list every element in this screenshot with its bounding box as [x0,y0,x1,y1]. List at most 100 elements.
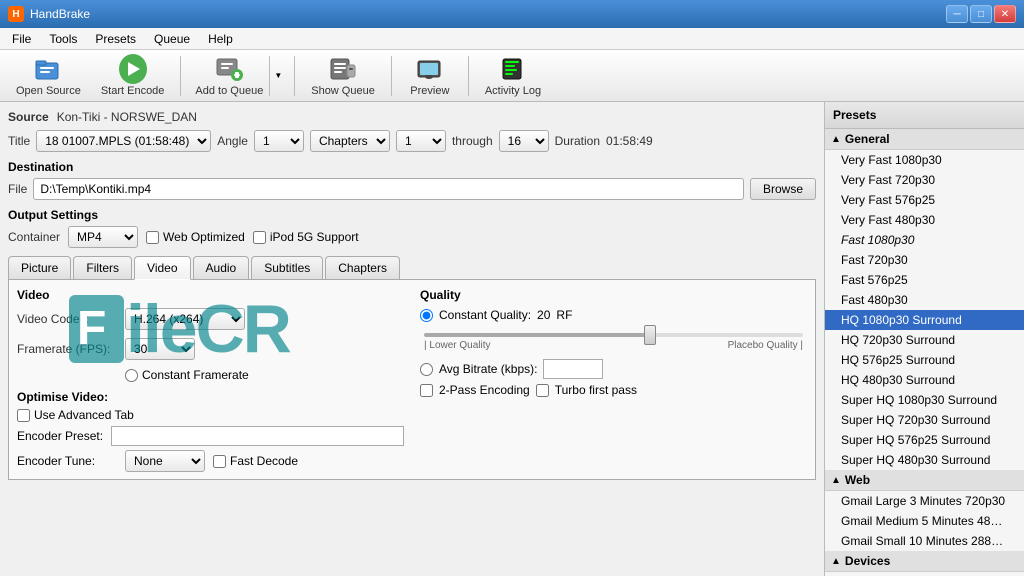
preset-super-hq-480p30-surround[interactable]: Super HQ 480p30 Surround [825,450,1024,470]
encoder-preset-input[interactable] [111,426,404,446]
menu-presets[interactable]: Presets [87,30,144,48]
encoder-preset-row: Encoder Preset: [17,426,404,446]
main-content: Source Kon-Tiki - NORSWE_DAN Title 18 01… [0,102,1024,576]
preset-android-1080p30[interactable]: Android 1080p30 [825,572,1024,576]
add-to-queue-label: Add to Queue [195,85,263,97]
container-select[interactable]: MP4 [68,226,138,248]
activity-log-label: Activity Log [485,85,541,97]
show-queue-button[interactable]: Show Queue [303,51,383,101]
add-to-queue-main[interactable]: Add to Queue [189,51,269,101]
add-queue-dropdown-arrow[interactable]: ▼ [269,56,286,96]
general-group-label: General [845,132,890,146]
preset-fast-576p25[interactable]: Fast 576p25 [825,270,1024,290]
add-to-queue-button[interactable]: Add to Queue ▼ [189,51,286,101]
preset-hq-480p30-surround[interactable]: HQ 480p30 Surround [825,370,1024,390]
web-group-label: Web [845,473,870,487]
preset-group-devices-header[interactable]: ▲ Devices [825,551,1024,572]
preset-fast-720p30[interactable]: Fast 720p30 [825,250,1024,270]
preset-super-hq-576p25-surround[interactable]: Super HQ 576p25 Surround [825,430,1024,450]
turbo-first-checkbox[interactable] [536,384,549,397]
destination-section: Destination File Browse [8,160,816,200]
start-encode-button[interactable]: Start Encode [93,51,173,101]
preset-very-fast-1080p30[interactable]: Very Fast 1080p30 [825,150,1024,170]
preset-fast-480p30[interactable]: Fast 480p30 [825,290,1024,310]
tab-filters[interactable]: Filters [73,256,132,279]
framerate-select[interactable]: 30 [125,338,195,360]
preset-gmail-medium-480p30[interactable]: Gmail Medium 5 Minutes 480p30 [825,511,1024,531]
avg-bitrate-radio[interactable] [420,363,433,376]
source-section: Source Kon-Tiki - NORSWE_DAN [8,110,816,124]
advanced-tab-checkbox[interactable]: Use Advanced Tab [17,408,404,422]
video-tab-content: Video Video Codec: H.264 (x264) Framerat… [17,288,807,480]
chapter-from-select[interactable]: 1 [396,130,446,152]
menu-file[interactable]: File [4,30,39,48]
two-pass-label: 2-Pass Encoding [439,383,530,397]
tab-video[interactable]: Video [134,256,190,280]
preset-group-general-header[interactable]: ▲ General [825,129,1024,150]
avg-bitrate-input[interactable] [543,359,603,379]
preset-group-devices: ▲ Devices Android 1080p30 Android 720p30 [825,551,1024,576]
menu-queue[interactable]: Queue [146,30,198,48]
minimize-button[interactable]: ─ [946,5,968,23]
menu-tools[interactable]: Tools [41,30,85,48]
maximize-button[interactable]: □ [970,5,992,23]
tabs-container: Picture Filters Video Audio Subtitles Ch… [8,256,816,480]
codec-select[interactable]: H.264 (x264) [125,308,245,330]
destination-label: Destination [8,160,816,174]
browse-button[interactable]: Browse [750,178,816,200]
avg-bitrate-row: Avg Bitrate (kbps): [420,359,807,379]
output-row: Container MP4 Web Optimized iPod 5G Supp… [8,226,816,248]
encoder-tune-row: Encoder Tune: None Fast Decode [17,450,404,472]
tab-picture[interactable]: Picture [8,256,71,279]
preset-hq-576p25-surround[interactable]: HQ 576p25 Surround [825,350,1024,370]
output-settings-section: Output Settings Container MP4 Web Optimi… [8,208,816,248]
tab-chapters[interactable]: Chapters [325,256,400,279]
web-optimized-checkbox[interactable]: Web Optimized [146,230,245,244]
constant-framerate-input[interactable] [125,369,138,382]
close-button[interactable]: ✕ [994,5,1016,23]
presets-panel: Presets ▲ General Very Fast 1080p30 Very… [824,102,1024,576]
constant-framerate-radio[interactable]: Constant Framerate [125,368,249,382]
preset-group-web: ▲ Web Gmail Large 3 Minutes 720p30 Gmail… [825,470,1024,551]
preset-very-fast-480p30[interactable]: Very Fast 480p30 [825,210,1024,230]
toolbar-separator-3 [391,56,392,96]
chapter-to-select[interactable]: 16 [499,130,549,152]
menu-help[interactable]: Help [200,30,241,48]
preset-very-fast-720p30[interactable]: Very Fast 720p30 [825,170,1024,190]
open-source-button[interactable]: Open Source [8,51,89,101]
app-icon: H [8,6,24,22]
activity-log-button[interactable]: Activity Log [477,51,549,101]
tab-audio[interactable]: Audio [193,256,250,279]
avg-bitrate-label: Avg Bitrate (kbps): [439,362,537,376]
quality-slider[interactable] [424,333,803,337]
preset-super-hq-720p30-surround[interactable]: Super HQ 720p30 Surround [825,410,1024,430]
chapters-select[interactable]: Chapters [310,130,390,152]
constant-quality-radio[interactable] [420,309,433,322]
ipod-support-checkbox[interactable]: iPod 5G Support [253,230,359,244]
tab-subtitles[interactable]: Subtitles [251,256,323,279]
preset-gmail-small-288p30[interactable]: Gmail Small 10 Minutes 288p30 [825,531,1024,551]
preview-button[interactable]: Preview [400,51,460,101]
angle-select[interactable]: 1 [254,130,304,152]
preset-fast-1080p30[interactable]: Fast 1080p30 [825,230,1024,250]
two-pass-checkbox[interactable] [420,384,433,397]
fast-decode-input[interactable] [213,455,226,468]
title-select[interactable]: 18 01007.MPLS (01:58:48) [36,130,211,152]
preset-super-hq-1080p30-surround[interactable]: Super HQ 1080p30 Surround [825,390,1024,410]
encoder-tune-select[interactable]: None [125,450,205,472]
preset-gmail-large-720p30[interactable]: Gmail Large 3 Minutes 720p30 [825,491,1024,511]
preset-group-web-header[interactable]: ▲ Web [825,470,1024,491]
preset-very-fast-576p25[interactable]: Very Fast 576p25 [825,190,1024,210]
preset-group-general: ▲ General Very Fast 1080p30 Very Fast 72… [825,129,1024,470]
fast-decode-checkbox[interactable]: Fast Decode [213,454,298,468]
file-path-input[interactable] [33,178,744,200]
constant-quality-label: Constant Quality: [439,308,531,322]
preset-hq-1080p30-surround[interactable]: HQ 1080p30 Surround [825,310,1024,330]
web-chevron: ▲ [831,475,841,486]
ipod-support-input[interactable] [253,231,266,244]
add-queue-icon [215,55,243,83]
web-optimized-input[interactable] [146,231,159,244]
preset-hq-720p30-surround[interactable]: HQ 720p30 Surround [825,330,1024,350]
advanced-tab-input[interactable] [17,409,30,422]
title-bar: H HandBrake ─ □ ✕ [0,0,1024,28]
